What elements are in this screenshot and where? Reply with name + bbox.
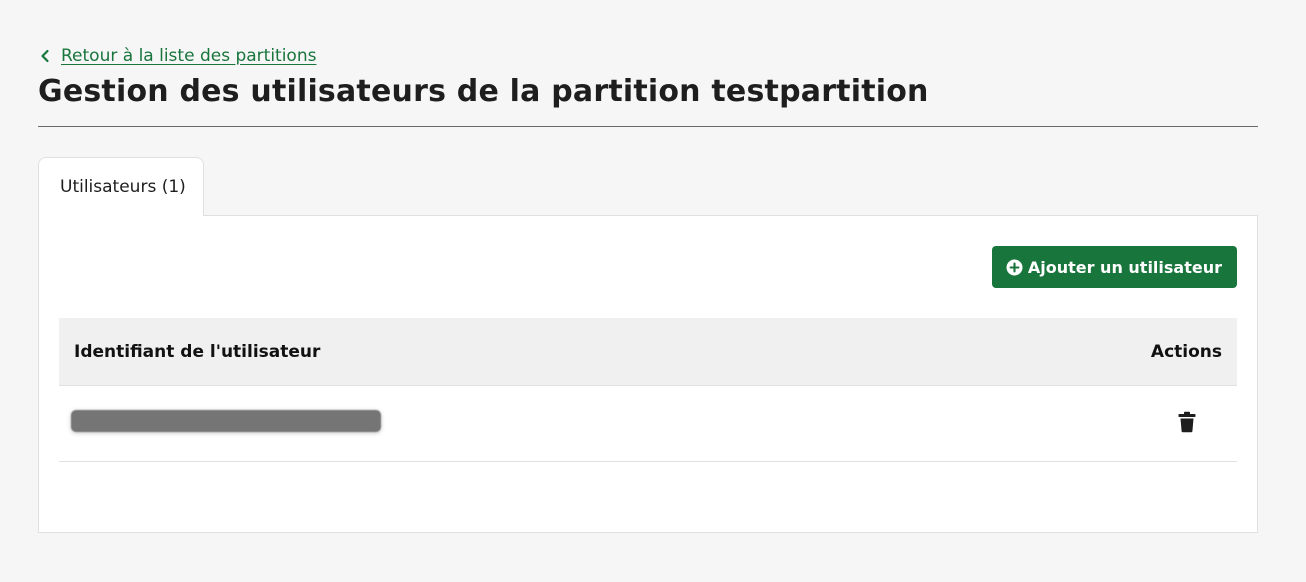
- column-header-user-id: Identifiant de l'utilisateur: [59, 318, 964, 386]
- add-user-button[interactable]: Ajouter un utilisateur: [991, 246, 1237, 288]
- title-divider: [38, 126, 1258, 127]
- back-to-partitions-link[interactable]: Retour à la liste des partitions: [38, 46, 316, 66]
- user-id-cell: [59, 385, 964, 462]
- trash-icon: [1178, 411, 1196, 432]
- plus-circle-icon: [1006, 259, 1023, 275]
- page-title: Gestion des utilisateurs de la partition…: [38, 74, 929, 109]
- delete-user-button[interactable]: [1176, 411, 1198, 435]
- tab-utilisateurs[interactable]: Utilisateurs (1): [38, 157, 204, 216]
- chevron-left-icon: [41, 49, 49, 63]
- redacted-user-id: [71, 409, 381, 432]
- users-tab-panel: Ajouter un utilisateur Identifiant de l'…: [38, 215, 1258, 533]
- actions-cell: [963, 385, 1237, 462]
- table-row: [59, 385, 1237, 462]
- users-table: Identifiant de l'utilisateur Actions: [59, 318, 1237, 462]
- add-user-button-label[interactable]: Ajouter un utilisateur: [1028, 258, 1222, 277]
- table-header-row: Identifiant de l'utilisateur Actions: [59, 318, 1237, 386]
- column-header-actions: Actions: [963, 318, 1237, 386]
- back-link-label[interactable]: Retour à la liste des partitions: [61, 46, 316, 66]
